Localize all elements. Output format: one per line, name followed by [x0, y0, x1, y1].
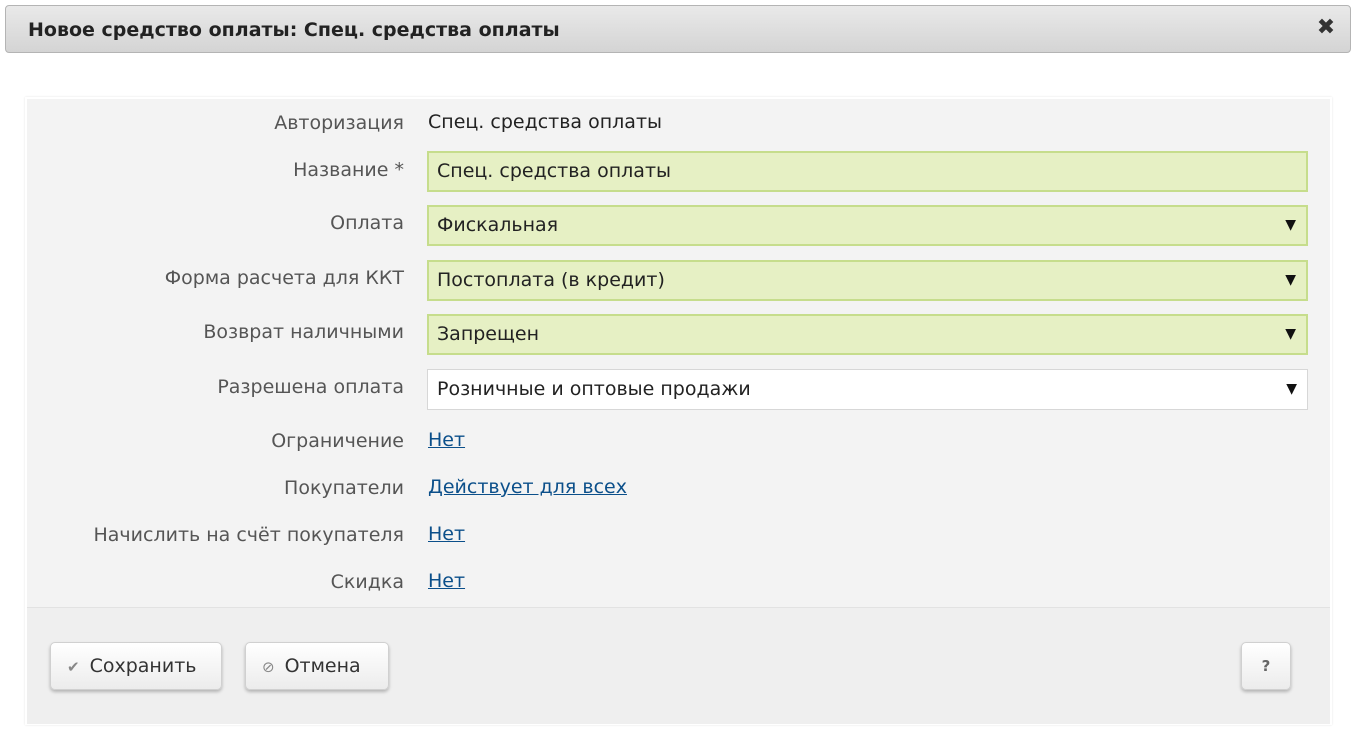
form-panel: Авторизация Спец. средства оплаты Назван… — [25, 97, 1332, 725]
auth-value: Спец. средства оплаты — [428, 111, 663, 133]
auth-label: Авторизация — [274, 112, 404, 134]
name-input-value: Спец. средства оплаты — [437, 160, 672, 182]
discount-link[interactable]: Нет — [428, 570, 465, 592]
refund-select-value: Запрещен — [437, 323, 540, 345]
cancel-button-label: Отмена — [284, 655, 361, 677]
dialog-title: Новое средство оплаты: Спец. средства оп… — [28, 19, 560, 41]
save-button-label: Сохранить — [89, 655, 197, 677]
payment-method-dialog: Новое средство оплаты: Спец. средства оп… — [0, 0, 1358, 741]
refund-label: Возврат наличными — [203, 321, 404, 343]
checkmark-icon: ✔ — [67, 658, 80, 676]
credit-link[interactable]: Нет — [428, 523, 465, 545]
allowed-label: Разрешена оплата — [217, 376, 404, 398]
kkt-select-value: Постоплата (в кредит) — [437, 269, 665, 291]
chevron-down-icon: ▼ — [1286, 381, 1297, 397]
chevron-down-icon: ▼ — [1285, 272, 1296, 288]
payment-label: Оплата — [330, 212, 404, 234]
save-button[interactable]: ✔ Сохранить — [50, 642, 222, 690]
kkt-select[interactable]: Постоплата (в кредит) ▼ — [427, 260, 1308, 301]
limit-link[interactable]: Нет — [428, 429, 465, 451]
payment-select[interactable]: Фискальная ▼ — [427, 205, 1308, 246]
limit-label: Ограничение — [271, 430, 404, 452]
allowed-select-value: Розничные и оптовые продажи — [437, 378, 751, 400]
dialog-titlebar: Новое средство оплаты: Спец. средства оп… — [5, 5, 1351, 53]
name-label: Название * — [293, 159, 404, 181]
cancel-button[interactable]: ⊘ Отмена — [245, 642, 389, 690]
buyers-label: Покупатели — [284, 477, 404, 499]
kkt-label: Форма расчета для ККТ — [164, 267, 404, 289]
name-input[interactable]: Спец. средства оплаты — [427, 151, 1308, 192]
payment-select-value: Фискальная — [437, 214, 559, 236]
chevron-down-icon: ▼ — [1285, 217, 1296, 233]
buyers-link[interactable]: Действует для всех — [428, 476, 627, 498]
refund-select[interactable]: Запрещен ▼ — [427, 314, 1308, 355]
help-button[interactable]: ? — [1241, 642, 1291, 690]
allowed-select[interactable]: Розничные и оптовые продажи ▼ — [427, 369, 1308, 410]
close-icon[interactable]: ✖ — [1316, 17, 1336, 39]
chevron-down-icon: ▼ — [1285, 326, 1296, 342]
credit-label: Начислить на счёт покупателя — [93, 524, 405, 546]
dialog-footer: ✔ Сохранить ⊘ Отмена ? — [27, 607, 1330, 724]
cancel-icon: ⊘ — [262, 658, 275, 676]
discount-label: Скидка — [330, 571, 404, 593]
